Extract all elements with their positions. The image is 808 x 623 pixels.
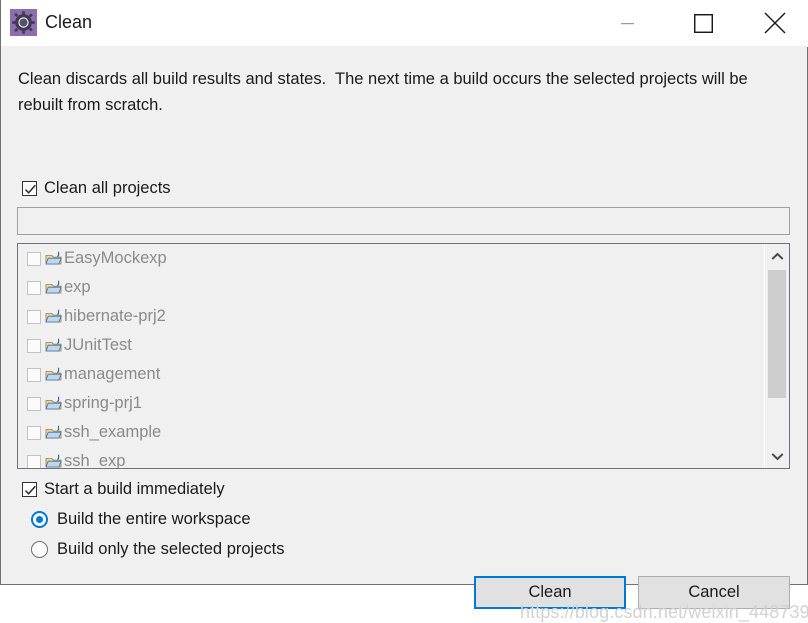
chevron-down-icon [771, 452, 783, 460]
java-project-folder-icon [45, 425, 62, 438]
cancel-button[interactable]: Cancel [638, 576, 790, 609]
close-icon [764, 12, 786, 34]
project-name: spring-prj1 [64, 394, 142, 412]
java-project-folder-icon [45, 396, 62, 409]
project-checkbox[interactable] [27, 338, 41, 353]
radio-button-selected [31, 511, 48, 528]
project-list[interactable]: EasyMockexp exp hibernate-prj2 JUnitTest… [17, 243, 790, 469]
list-item[interactable]: EasyMockexp [18, 244, 766, 273]
maximize-button[interactable] [677, 0, 729, 46]
eclipse-clean-gear-icon [10, 9, 37, 36]
project-checkbox[interactable] [27, 309, 41, 324]
scroll-down-button[interactable] [765, 444, 789, 468]
project-name: management [64, 365, 161, 383]
description-text: Clean discards all build results and sta… [18, 70, 753, 114]
list-item[interactable]: exp [18, 273, 766, 302]
project-filter-input[interactable] [17, 207, 790, 235]
java-project-folder-icon [45, 454, 62, 467]
java-project-folder-icon [45, 309, 62, 322]
list-item[interactable]: hibernate-prj2 [18, 302, 766, 331]
radio-build-entire-workspace-label: Build the entire workspace [57, 510, 251, 528]
clean-all-projects-checkbox[interactable]: Clean all projects [22, 179, 171, 198]
project-name: EasyMockexp [64, 249, 167, 267]
project-checkbox[interactable] [27, 367, 41, 382]
close-button[interactable] [749, 0, 801, 46]
list-item[interactable]: spring-prj1 [18, 389, 766, 418]
list-item[interactable]: management [18, 360, 766, 389]
minimize-icon [620, 22, 634, 24]
project-name: hibernate-prj2 [64, 307, 166, 325]
window-title: Clean [45, 12, 93, 32]
project-list-scrollbar[interactable] [764, 244, 789, 468]
checkmark-icon [24, 485, 36, 495]
java-project-folder-icon [45, 251, 62, 264]
project-checkbox[interactable] [27, 396, 41, 411]
project-name: JUnitTest [64, 336, 132, 354]
list-item[interactable]: ssh_exp [18, 447, 766, 468]
project-checkbox[interactable] [27, 425, 41, 440]
project-list-viewport: EasyMockexp exp hibernate-prj2 JUnitTest… [18, 244, 766, 468]
clean-dialog: Clean Clean discards all build results a… [0, 0, 808, 622]
java-project-folder-icon [45, 280, 62, 293]
java-project-folder-icon [45, 367, 62, 380]
checkbox-box-checked [22, 181, 37, 196]
checkmark-icon [24, 184, 36, 194]
clean-all-projects-label: Clean all projects [44, 179, 171, 197]
start-build-immediately-checkbox[interactable]: Start a build immediately [22, 480, 225, 499]
project-name: ssh_example [64, 423, 162, 441]
project-name: ssh_exp [64, 452, 126, 468]
clean-button[interactable]: Clean [474, 576, 626, 609]
dialog-body: Clean discards all build results and sta… [1, 46, 808, 622]
radio-button-unselected [31, 541, 48, 558]
title-bar: Clean [1, 0, 808, 47]
radio-build-selected-projects[interactable]: Build only the selected projects [31, 540, 284, 559]
radio-build-entire-workspace[interactable]: Build the entire workspace [31, 510, 251, 529]
scroll-up-button[interactable] [765, 244, 789, 268]
project-checkbox[interactable] [27, 454, 41, 468]
scrollbar-thumb[interactable] [768, 270, 786, 398]
project-checkbox[interactable] [27, 251, 41, 266]
project-checkbox[interactable] [27, 280, 41, 295]
radio-build-selected-projects-label: Build only the selected projects [57, 540, 285, 558]
chevron-up-icon [771, 252, 783, 260]
minimize-button[interactable] [601, 0, 653, 46]
list-item[interactable]: JUnitTest [18, 331, 766, 360]
checkbox-box-checked [22, 482, 37, 497]
start-build-immediately-label: Start a build immediately [44, 480, 225, 498]
project-name: exp [64, 278, 91, 296]
maximize-icon [693, 13, 713, 33]
java-project-folder-icon [45, 338, 62, 351]
list-item[interactable]: ssh_example [18, 418, 766, 447]
